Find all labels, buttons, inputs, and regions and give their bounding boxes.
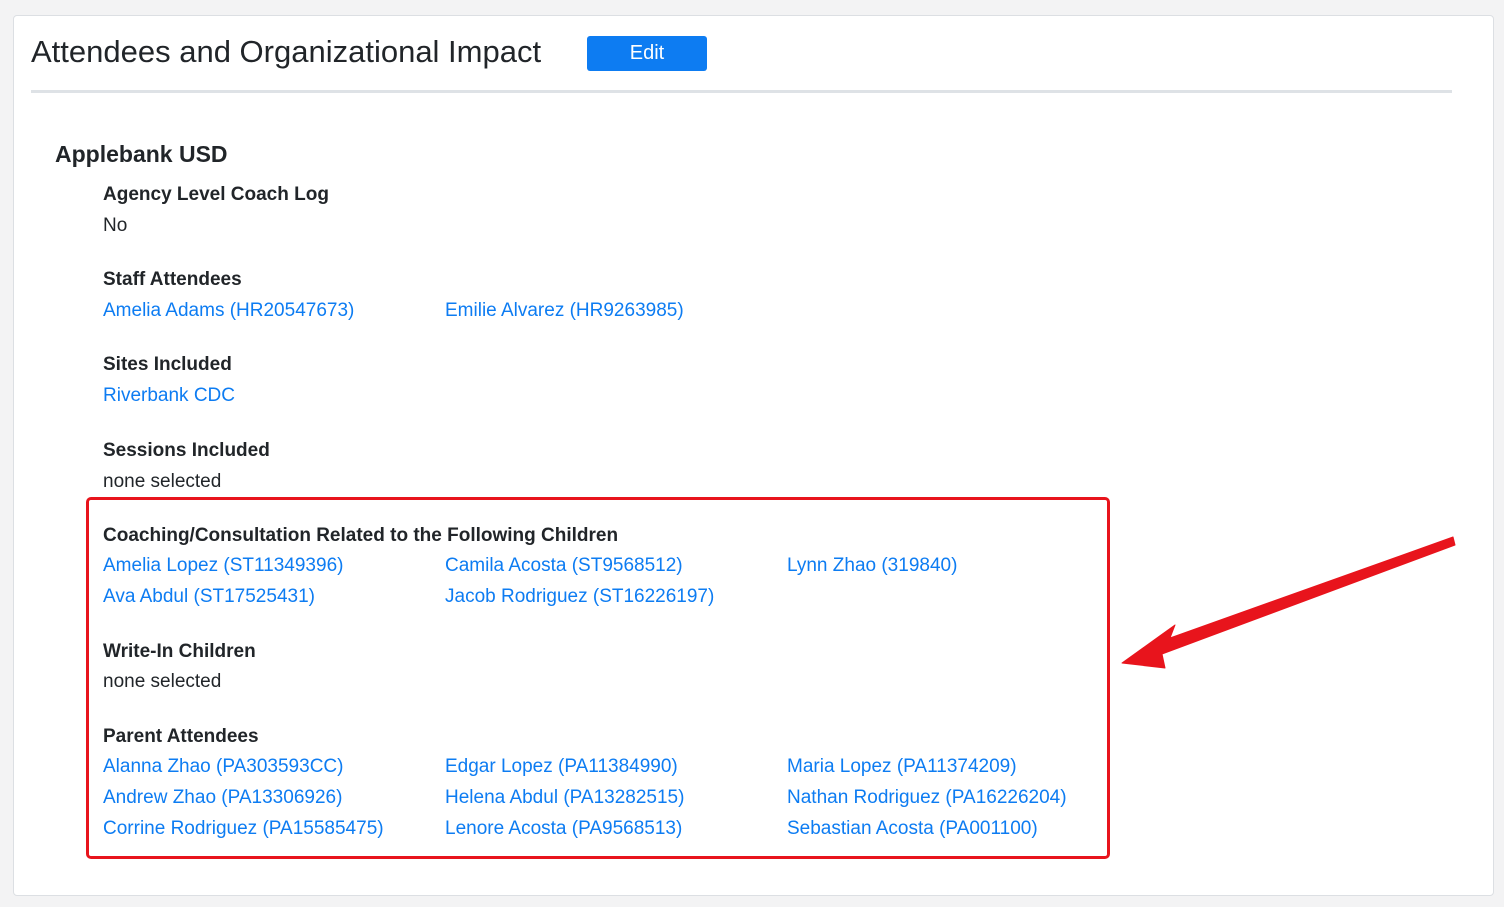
parent-attendee-link[interactable]: Lenore Acosta (PA9568513) xyxy=(445,818,682,840)
sites-included-label: Sites Included xyxy=(103,354,232,375)
child-link[interactable]: Camila Acosta (ST9568512) xyxy=(445,555,683,577)
parent-attendee-link[interactable]: Nathan Rodriguez (PA16226204) xyxy=(787,787,1067,809)
child-link[interactable]: Ava Abdul (ST17525431) xyxy=(103,586,315,608)
page-header: Attendees and Organizational Impact Edit xyxy=(31,30,1452,93)
parent-attendee-link[interactable]: Helena Abdul (PA13282515) xyxy=(445,787,684,809)
sessions-included-value: none selected xyxy=(103,471,222,492)
parent-attendee-link[interactable]: Alanna Zhao (PA303593CC) xyxy=(103,756,343,778)
edit-button[interactable]: Edit xyxy=(587,36,707,71)
write-in-children-label: Write-In Children xyxy=(103,641,256,662)
child-link[interactable]: Jacob Rodriguez (ST16226197) xyxy=(445,586,714,608)
page-title: Attendees and Organizational Impact xyxy=(31,34,542,69)
child-link[interactable]: Amelia Lopez (ST11349396) xyxy=(103,555,343,577)
agency-level-value: No xyxy=(103,215,128,236)
staff-attendee-link[interactable]: Emilie Alvarez (HR9263985) xyxy=(445,300,684,322)
write-in-children-value: none selected xyxy=(103,671,222,692)
parent-attendee-link[interactable]: Andrew Zhao (PA13306926) xyxy=(103,787,342,809)
parent-attendees-label: Parent Attendees xyxy=(103,726,259,747)
parent-attendee-link[interactable]: Edgar Lopez (PA11384990) xyxy=(445,756,678,778)
sessions-included-label: Sessions Included xyxy=(103,440,270,461)
parent-attendee-link[interactable]: Corrine Rodriguez (PA15585475) xyxy=(103,818,384,840)
organization-name: Applebank USD xyxy=(55,141,228,167)
site-link[interactable]: Riverbank CDC xyxy=(103,385,235,407)
children-label: Coaching/Consultation Related to the Fol… xyxy=(103,525,619,546)
child-link[interactable]: Lynn Zhao (319840) xyxy=(787,555,957,577)
staff-attendees-label: Staff Attendees xyxy=(103,269,242,290)
agency-level-label: Agency Level Coach Log xyxy=(103,184,329,205)
parent-attendee-link[interactable]: Sebastian Acosta (PA001100) xyxy=(787,818,1038,840)
parent-attendee-link[interactable]: Maria Lopez (PA11374209) xyxy=(787,756,1017,778)
staff-attendee-link[interactable]: Amelia Adams (HR20547673) xyxy=(103,300,354,322)
